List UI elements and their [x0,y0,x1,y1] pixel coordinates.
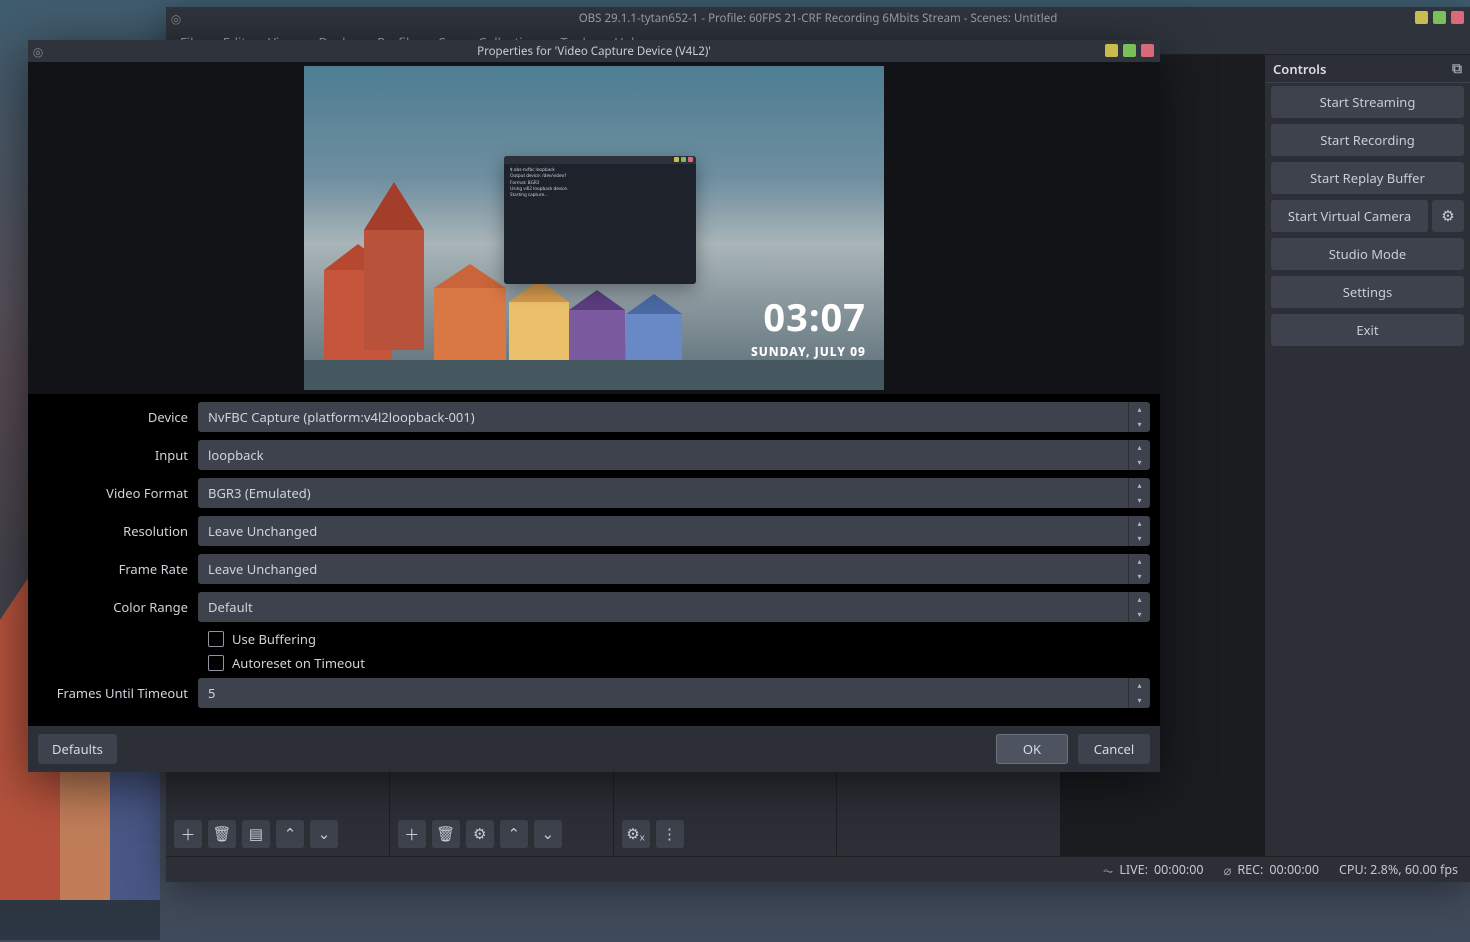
autoreset-label: Autoreset on Timeout [232,654,365,672]
spinner-icon[interactable]: ▴▾ [1128,516,1150,546]
spinner-icon[interactable]: ▴▾ [1128,478,1150,508]
live-label: LIVE: [1119,861,1148,878]
rec-time: 00:00:00 [1269,861,1319,878]
spinner-icon[interactable]: ▴▾ [1128,678,1150,708]
dialog-buttonbar: Defaults OK Cancel [28,726,1160,772]
close-button[interactable] [1451,11,1464,24]
clock-time: 03:07 [751,291,866,343]
rec-label: REC: [1237,861,1263,878]
spinner-icon[interactable]: ▴▾ [1128,440,1150,470]
start-streaming-button[interactable]: Start Streaming [1271,86,1464,118]
dialog-title: Properties for 'Video Capture Device (V4… [28,44,1160,59]
color-range-label: Color Range [38,598,198,616]
scenes-delete-button[interactable]: 🗑 [208,820,236,848]
ok-button[interactable]: OK [996,734,1068,764]
resolution-combo[interactable]: Leave Unchanged ▴▾ [198,516,1150,546]
use-buffering-checkbox[interactable] [208,631,224,647]
start-replay-button[interactable]: Start Replay Buffer [1271,162,1464,194]
clock-date: SUNDAY, JULY 09 [751,343,866,360]
controls-popout-icon[interactable]: ⧉ [1452,59,1462,78]
preview-clock: 03:07 SUNDAY, JULY 09 [751,291,866,360]
obs-icon: ◎ [166,10,186,27]
main-titlebar[interactable]: ◎ OBS 29.1.1-tytan652-1 - Profile: 60FPS… [166,7,1470,29]
resolution-label: Resolution [38,522,198,540]
mixer-advanced-button[interactable]: ⚙ₓ [622,820,650,848]
preview-terminal: $ obs-nvfbc loopback Output device: /dev… [504,156,696,284]
preview-content: $ obs-nvfbc loopback Output device: /dev… [304,66,884,390]
vcam-settings-button[interactable]: ⚙ [1432,200,1464,232]
frames-timeout-label: Frames Until Timeout [38,684,198,702]
use-buffering-label: Use Buffering [232,630,316,648]
frame-rate-label: Frame Rate [38,560,198,578]
dialog-titlebar[interactable]: ◎ Properties for 'Video Capture Device (… [28,40,1160,62]
controls-header: Controls [1273,60,1326,78]
color-range-combo[interactable]: Default ▴▾ [198,592,1150,622]
scenes-up-button[interactable]: ⌃ [276,820,304,848]
frame-rate-combo[interactable]: Leave Unchanged ▴▾ [198,554,1150,584]
device-combo[interactable]: NvFBC Capture (platform:v4l2loopback-001… [198,402,1150,432]
scenes-add-button[interactable]: ＋ [174,820,202,848]
sources-down-button[interactable]: ⌄ [534,820,562,848]
obs-icon: ◎ [28,43,48,60]
settings-button[interactable]: Settings [1271,276,1464,308]
cpu-status: CPU: 2.8%, 60.00 fps [1339,861,1458,878]
maximize-button[interactable] [1433,11,1446,24]
sources-delete-button[interactable]: 🗑 [432,820,460,848]
live-time: 00:00:00 [1154,861,1204,878]
statusbar: ⏦ LIVE: 00:00:00 ⌀ REC: 00:00:00 CPU: 2.… [166,856,1470,882]
properties-dialog: ◎ Properties for 'Video Capture Device (… [28,40,1160,772]
start-recording-button[interactable]: Start Recording [1271,124,1464,156]
minimize-button[interactable] [1415,11,1428,24]
dialog-minimize-button[interactable] [1105,44,1118,57]
defaults-button[interactable]: Defaults [38,734,117,764]
frames-timeout-spinbox[interactable]: 5 ▴▾ [198,678,1150,708]
signal-icon: ⏦ [1103,861,1114,879]
video-format-label: Video Format [38,484,198,502]
cancel-button[interactable]: Cancel [1078,734,1150,764]
main-window-controls [1415,11,1464,24]
sources-up-button[interactable]: ⌃ [500,820,528,848]
input-label: Input [38,446,198,464]
sources-add-button[interactable]: ＋ [398,820,426,848]
disk-icon: ⌀ [1224,861,1232,879]
dialog-maximize-button[interactable] [1123,44,1136,57]
main-window-title: OBS 29.1.1-tytan652-1 - Profile: 60FPS 2… [166,11,1470,26]
input-combo[interactable]: loopback ▴▾ [198,440,1150,470]
dialog-preview: $ obs-nvfbc loopback Output device: /dev… [28,62,1160,394]
sources-props-button[interactable]: ⚙ [466,820,494,848]
properties-form: Device NvFBC Capture (platform:v4l2loopb… [28,394,1160,726]
dialog-window-controls [1105,44,1154,57]
spinner-icon[interactable]: ▴▾ [1128,554,1150,584]
scenes-down-button[interactable]: ⌄ [310,820,338,848]
scenes-filter-button[interactable]: ▤ [242,820,270,848]
spinner-icon[interactable]: ▴▾ [1128,592,1150,622]
studio-mode-button[interactable]: Studio Mode [1271,238,1464,270]
mixer-more-button[interactable]: ⋮ [656,820,684,848]
spinner-icon[interactable]: ▴▾ [1128,402,1150,432]
device-label: Device [38,408,198,426]
autoreset-checkbox[interactable] [208,655,224,671]
controls-panel: Controls ⧉ Start Streaming Start Recordi… [1265,55,1470,856]
start-vcam-button[interactable]: Start Virtual Camera [1271,200,1428,232]
video-format-combo[interactable]: BGR3 (Emulated) ▴▾ [198,478,1150,508]
exit-button[interactable]: Exit [1271,314,1464,346]
dialog-close-button[interactable] [1141,44,1154,57]
